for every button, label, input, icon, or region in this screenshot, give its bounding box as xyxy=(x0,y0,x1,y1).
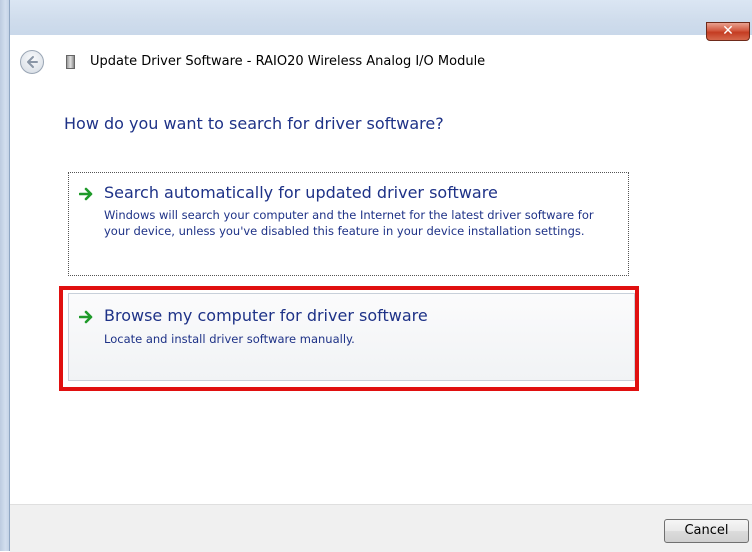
close-button[interactable]: ✕ xyxy=(706,22,750,41)
window-left-border xyxy=(0,0,10,551)
back-arrow-icon xyxy=(27,56,38,68)
dialog-footer: Cancel xyxy=(10,504,752,552)
option-description: Windows will search your computer and th… xyxy=(104,208,594,238)
close-icon: ✕ xyxy=(722,23,734,39)
search-automatically-option[interactable]: Search automatically for updated driver … xyxy=(68,172,629,276)
cancel-button[interactable]: Cancel xyxy=(664,519,749,543)
dialog-title: Update Driver Software - RAIO20 Wireless… xyxy=(90,54,486,69)
window-title-bar xyxy=(0,0,752,35)
highlight-box xyxy=(59,286,639,391)
option-title: Search automatically for updated driver … xyxy=(104,183,498,202)
page-heading: How do you want to search for driver sof… xyxy=(64,114,444,133)
green-arrow-icon xyxy=(79,187,93,201)
back-button[interactable] xyxy=(20,50,44,74)
device-icon xyxy=(66,55,75,69)
dialog-header: Update Driver Software - RAIO20 Wireless… xyxy=(10,41,752,83)
